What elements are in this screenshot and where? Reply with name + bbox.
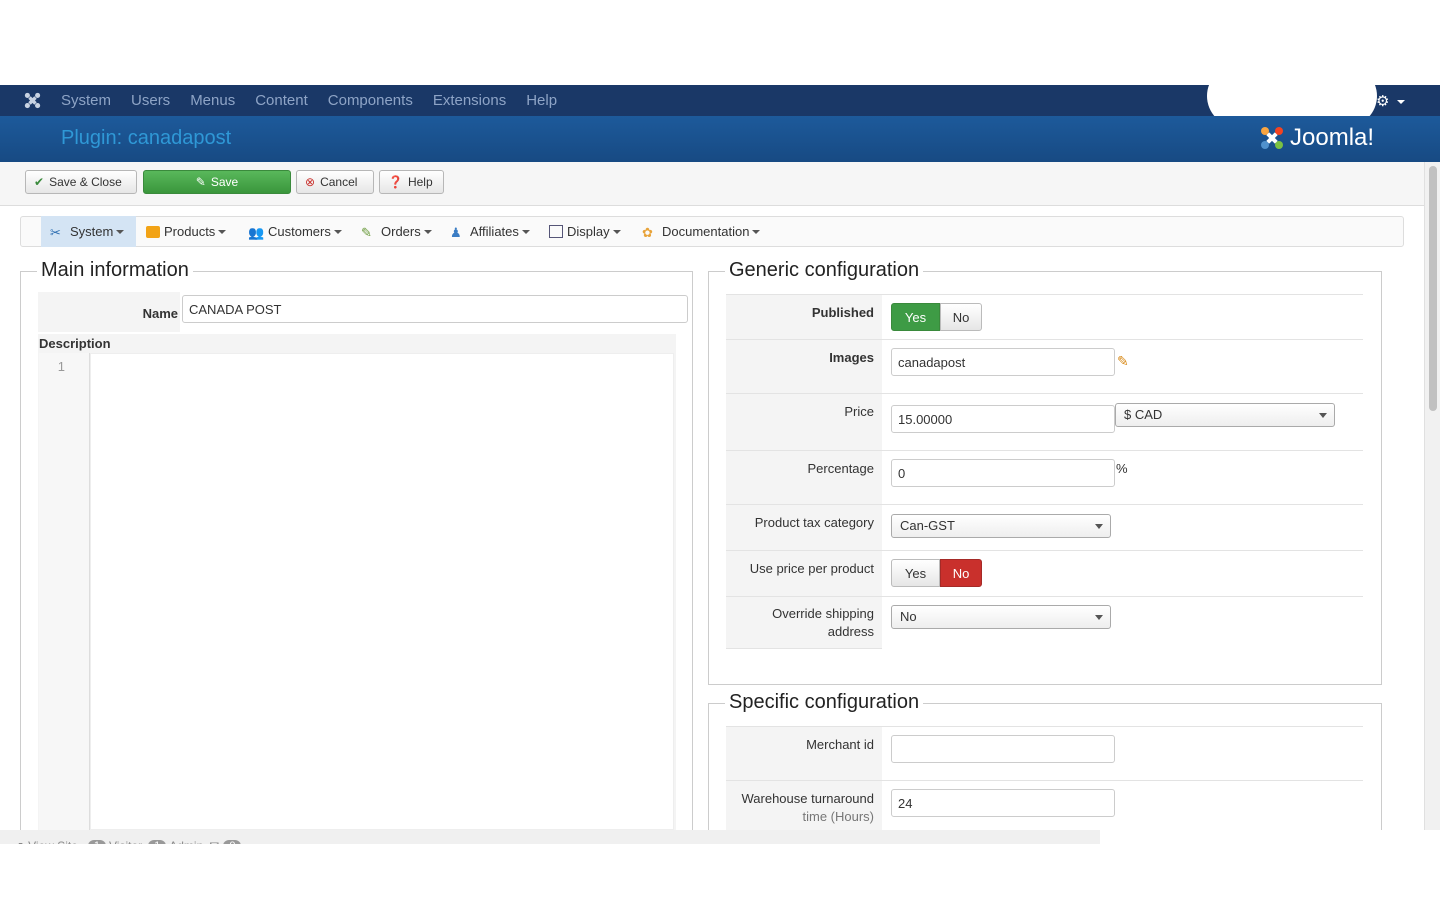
warehouse-turnaround-input[interactable]	[891, 789, 1115, 817]
page-scrollbar[interactable]	[1424, 162, 1440, 830]
name-label: Name	[142, 306, 178, 321]
use-price-per-product-label: Use price per product	[749, 561, 874, 576]
title-bar: Plugin: canadapost	[0, 116, 1440, 162]
edit-icon: ✎	[195, 175, 206, 189]
submenu-system[interactable]: ✂ System	[41, 216, 136, 247]
chevron-down-icon	[1095, 615, 1103, 620]
line-number: 1	[57, 359, 65, 374]
save-label: Save	[210, 175, 239, 189]
menu-help[interactable]: Help	[516, 92, 567, 109]
check-icon: ✔	[34, 175, 45, 189]
specific-configuration-legend: Specific configuration	[725, 691, 924, 714]
images-label: Images	[829, 350, 874, 365]
published-no-button[interactable]: No	[940, 303, 982, 331]
help-circle-icon: ✿	[642, 224, 653, 240]
save-close-label: Save & Close	[49, 175, 122, 189]
submenu-display-label: Display	[567, 224, 610, 239]
joomla-logo-icon	[1261, 127, 1283, 149]
submenu-products-label: Products	[164, 224, 216, 239]
currency-select[interactable]: $ CAD	[1115, 403, 1335, 427]
menu-system[interactable]: System	[51, 92, 121, 109]
cancel-icon: ⊗	[305, 175, 316, 189]
chevron-down-icon	[1319, 413, 1327, 418]
tax-category-select[interactable]: Can-GST	[891, 514, 1111, 538]
price-input[interactable]	[891, 405, 1115, 433]
percent-sign: %	[1116, 461, 1128, 476]
help-label: Help	[407, 175, 433, 189]
tax-category-value: Can-GST	[900, 518, 955, 533]
warehouse-turnaround-label: Warehouse turnaround time (Hours)	[726, 791, 875, 824]
merchant-id-label: Merchant id	[806, 737, 874, 752]
submenu-customers-label: Customers	[268, 224, 331, 239]
warehouse-turnaround-label-line2: time (Hours)	[802, 809, 874, 824]
submenu-documentation-label: Documentation	[662, 224, 750, 239]
main-information-legend: Main information	[37, 259, 193, 282]
images-input[interactable]	[891, 348, 1115, 376]
torn-bottom-area	[0, 844, 1440, 900]
cancel-label: Cancel	[320, 175, 358, 189]
submenu-orders[interactable]: ✎ Orders	[361, 216, 432, 247]
currency-value: $ CAD	[1124, 407, 1163, 422]
help-button[interactable]: ❓ Help	[379, 170, 444, 194]
menu-extensions[interactable]: Extensions	[423, 92, 516, 109]
use-price-no-button[interactable]: No	[940, 559, 982, 587]
use-price-toggle: Yes No	[891, 559, 982, 587]
menu-content[interactable]: Content	[245, 92, 318, 109]
published-yes-button[interactable]: Yes	[891, 303, 940, 331]
submenu-system-label: System	[70, 224, 114, 239]
cancel-button[interactable]: ⊗ Cancel	[296, 170, 374, 194]
scrollbar-thumb[interactable]	[1429, 166, 1437, 411]
override-shipping-label: Override shipping address	[726, 606, 874, 639]
override-shipping-select[interactable]: No	[891, 605, 1111, 629]
submenu-display[interactable]: Display	[549, 216, 621, 247]
chevron-down-icon	[1095, 524, 1103, 529]
override-shipping-label-line1: Override shipping	[772, 606, 874, 621]
tax-category-label: Product tax category	[754, 515, 874, 530]
percentage-input[interactable]	[891, 459, 1115, 487]
gear-icon[interactable]: ⚙	[1376, 92, 1405, 110]
tools-icon: ✂	[50, 224, 61, 240]
submenu-affiliates-label: Affiliates	[470, 224, 519, 239]
status-bar: ⇗ View Site 1 Visitor 1 Admin ✉ 0	[0, 830, 1440, 900]
price-label: Price	[844, 404, 874, 419]
override-shipping-value: No	[900, 609, 917, 624]
submenu-orders-label: Orders	[381, 224, 421, 239]
display-icon	[549, 225, 563, 238]
admin-menu: System Users Menus Content Components Ex…	[51, 85, 567, 116]
box-icon	[146, 225, 160, 238]
submenu-customers[interactable]: 👥 Customers	[248, 216, 342, 247]
use-price-yes-button[interactable]: Yes	[891, 559, 940, 587]
name-input[interactable]	[182, 295, 688, 323]
menu-menus[interactable]: Menus	[180, 92, 245, 109]
submenu-affiliates[interactable]: ♟ Affiliates	[450, 216, 530, 247]
save-close-button[interactable]: ✔ Save & Close	[25, 170, 137, 194]
merchant-id-input[interactable]	[891, 735, 1115, 763]
override-shipping-label-line2: address	[827, 624, 874, 639]
logo-text: Joomla!	[1290, 124, 1375, 151]
question-icon: ❓	[388, 175, 403, 189]
joomla-icon[interactable]	[24, 92, 41, 109]
menu-components[interactable]: Components	[318, 92, 423, 109]
save-button[interactable]: ✎ Save	[143, 170, 291, 194]
admin-navbar: System Users Menus Content Components Ex…	[0, 65, 1440, 127]
users-icon: 👥	[248, 224, 265, 240]
warehouse-turnaround-label-line1: Warehouse turnaround	[741, 791, 875, 806]
percentage-label: Percentage	[807, 461, 875, 476]
description-label: Description	[39, 336, 111, 351]
joomla-logo: Joomla!	[1258, 122, 1374, 154]
generic-configuration-legend: Generic configuration	[725, 259, 924, 282]
edit-image-icon[interactable]: ✎	[1117, 353, 1129, 370]
affiliates-icon: ♟	[450, 224, 462, 240]
submenu-documentation[interactable]: ✿ Documentation	[642, 216, 761, 247]
submenu-products[interactable]: Products	[146, 216, 227, 247]
description-editor: Description 1	[38, 334, 676, 830]
orders-icon: ✎	[361, 224, 372, 240]
page-title: Plugin: canadapost	[61, 127, 232, 149]
editor-gutter: 1	[39, 353, 90, 830]
published-label: Published	[811, 305, 874, 320]
menu-users[interactable]: Users	[121, 92, 180, 109]
published-toggle: Yes No	[891, 303, 982, 331]
description-textarea[interactable]	[90, 353, 674, 830]
